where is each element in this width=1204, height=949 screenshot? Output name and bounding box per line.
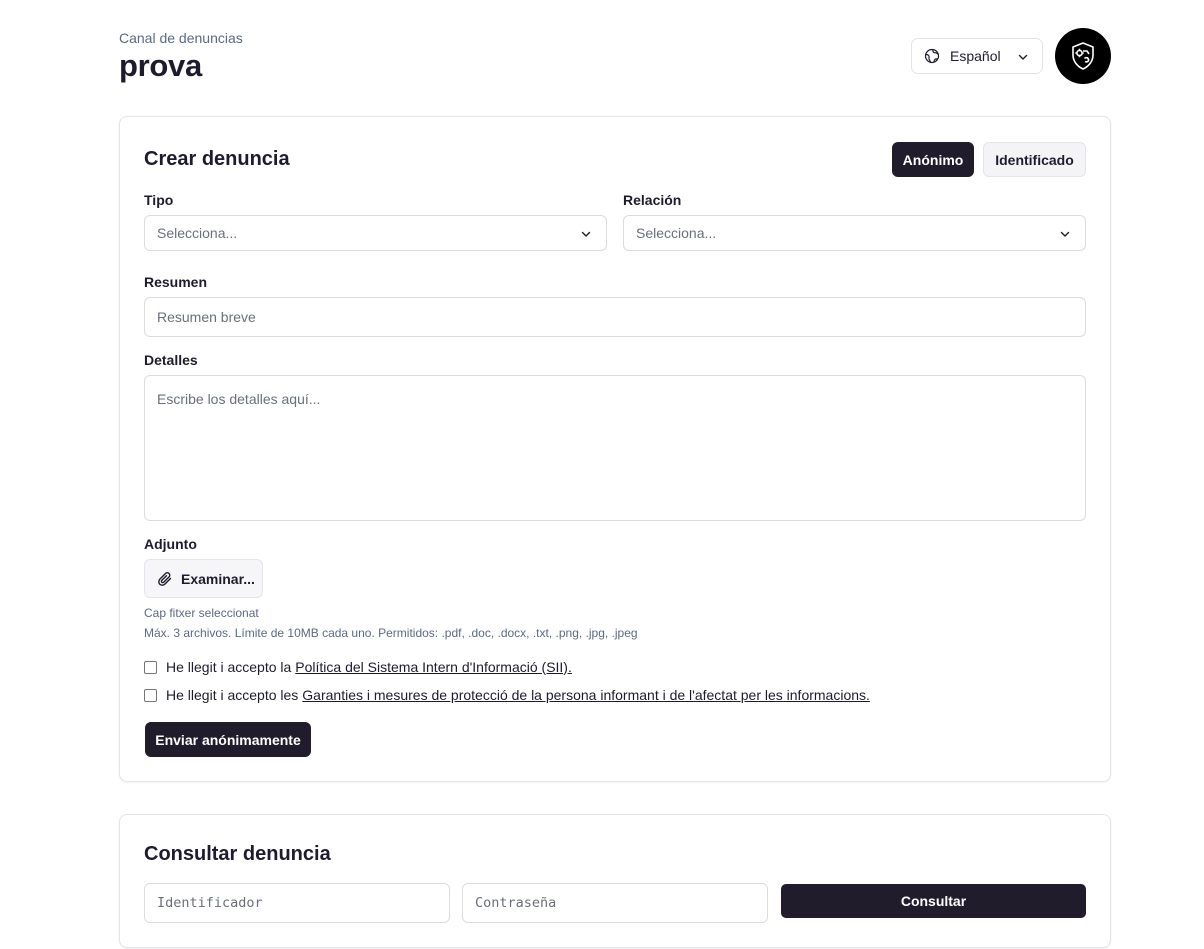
sii-policy-checkbox[interactable]	[144, 660, 157, 674]
report-id-placeholder: Identificador	[157, 895, 263, 911]
adjunto-label: Adjunto	[144, 536, 197, 552]
detalles-label: Detalles	[144, 352, 198, 368]
shield-gear-icon	[1072, 42, 1094, 70]
browse-files-label: Examinar...	[181, 570, 255, 587]
chevron-down-icon	[1060, 231, 1070, 237]
page-title: prova	[119, 48, 202, 83]
relacion-select-value: Selecciona...	[636, 225, 717, 241]
identified-mode-button[interactable]: Identificado	[983, 142, 1086, 177]
relacion-label: Relación	[623, 192, 682, 208]
file-limits-text: Máx. 3 archivos. Límite de 10MB cada uno…	[144, 626, 638, 640]
sii-policy-consent: He llegit i accepto la Política del Sist…	[144, 659, 572, 675]
resumen-label: Resumen	[144, 274, 208, 290]
tipo-select-value: Selecciona...	[157, 225, 238, 241]
tipo-label: Tipo	[144, 192, 174, 208]
paperclip-icon	[158, 571, 172, 586]
guarantees-checkbox[interactable]	[144, 688, 157, 702]
create-report-card: Crear denuncia Anónimo Identificado Tipo…	[119, 116, 1111, 782]
resumen-placeholder: Resumen breve	[157, 309, 256, 325]
consult-report-card: Consultar denuncia Identificador Contras…	[119, 814, 1111, 948]
report-password-placeholder: Contraseña	[475, 895, 557, 911]
detalles-placeholder: Escribe los detalles aquí...	[157, 391, 321, 407]
report-password-input[interactable]: Contraseña	[462, 883, 768, 923]
language-label: Español	[950, 48, 1001, 64]
guarantees-text: He llegit i accepto les	[166, 687, 299, 703]
language-selector[interactable]: Español	[911, 38, 1043, 74]
consult-report-title: Consultar denuncia	[144, 843, 331, 865]
anonymous-mode-button[interactable]: Anónimo	[892, 142, 974, 177]
browse-files-button[interactable]: Examinar...	[144, 559, 263, 598]
chevron-down-icon	[1018, 54, 1028, 60]
page-header: Canal de denuncias prova Español	[119, 28, 1111, 86]
relacion-select[interactable]: Selecciona...	[623, 215, 1086, 251]
consult-button[interactable]: Consultar	[781, 884, 1086, 918]
tipo-select[interactable]: Selecciona...	[144, 215, 607, 251]
organization-logo	[1055, 28, 1111, 84]
create-report-title: Crear denuncia	[144, 148, 290, 170]
page-subtitle: Canal de denuncias	[119, 30, 243, 46]
report-id-input[interactable]: Identificador	[144, 883, 450, 923]
guarantees-link[interactable]: Garanties i mesures de protecció de la p…	[302, 687, 870, 703]
guarantees-consent: He llegit i accepto les Garanties i mesu…	[144, 687, 870, 703]
sii-policy-text: He llegit i accepto la	[166, 659, 292, 675]
sii-policy-link[interactable]: Política del Sistema Intern d'Informació…	[295, 659, 572, 675]
resumen-input[interactable]: Resumen breve	[144, 297, 1086, 337]
chevron-down-icon	[581, 231, 591, 237]
no-file-selected-text: Cap fitxer seleccionat	[144, 606, 259, 620]
globe-icon	[924, 48, 940, 64]
detalles-textarea[interactable]: Escribe los detalles aquí...	[144, 375, 1086, 521]
submit-anonymous-button[interactable]: Enviar anónimamente	[145, 722, 311, 757]
